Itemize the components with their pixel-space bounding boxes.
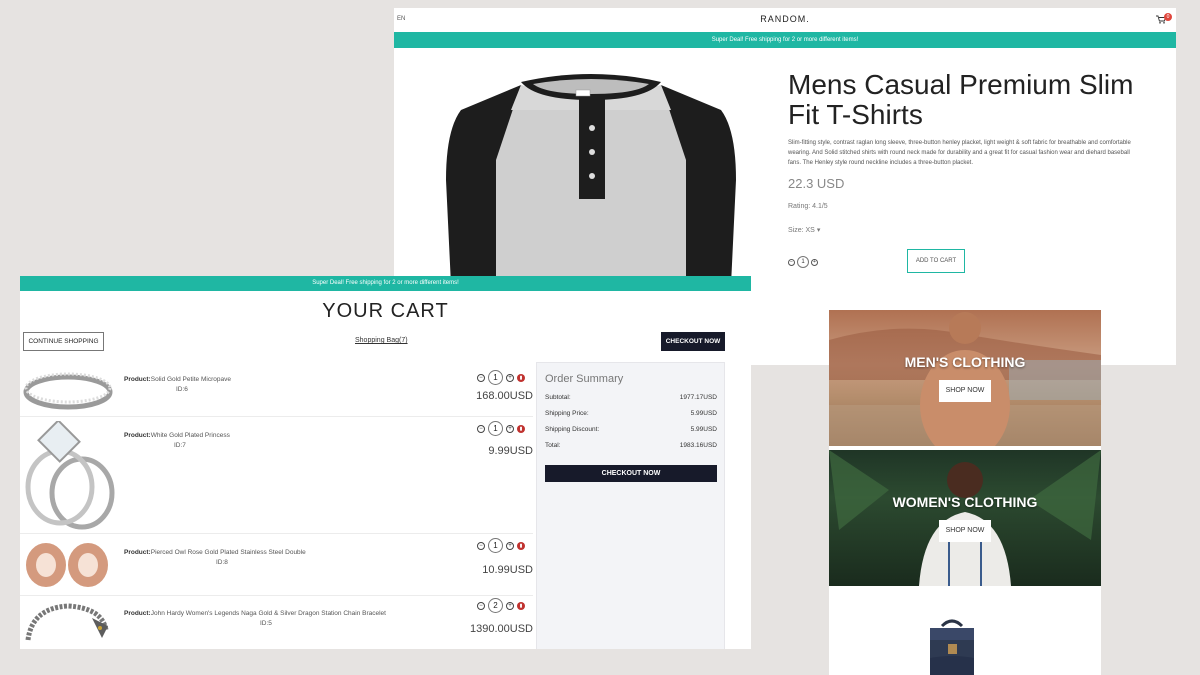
site-logo[interactable]: RANDOM. <box>394 14 1176 24</box>
add-to-cart-button[interactable]: ADD TO CART <box>907 249 965 273</box>
size-label: Size: <box>788 227 804 234</box>
product-price: 22.3 USD <box>788 176 845 191</box>
product-quantity-value: 1 <box>797 256 809 268</box>
product-name-text: White Gold Plated Princess <box>150 432 230 439</box>
trash-icon[interactable]: ▮ <box>517 601 525 610</box>
category-panel: MEN'S CLOTHING SHOP NOW WOMEN'S CLOTHING… <box>829 310 1101 675</box>
product-name[interactable]: Product:White Gold Plated Princess <box>124 432 230 439</box>
order-summary-title: Order Summary <box>545 373 624 385</box>
order-summary: Order Summary Subtotal: 1977.17USD Shipp… <box>536 362 725 649</box>
womens-clothing-image <box>829 450 1101 586</box>
minus-icon[interactable]: − <box>477 424 485 433</box>
product-label: Product: <box>124 432 151 439</box>
product-name[interactable]: Product:John Hardy Women's Legends Naga … <box>124 610 386 617</box>
shop-now-button[interactable]: SHOP NOW <box>939 380 991 402</box>
checkout-now-button[interactable]: CHECKOUT NOW <box>661 332 725 351</box>
cart-count-badge: 0 <box>1164 13 1172 21</box>
summary-row-shipping-price: Shipping Price: 5.99USD <box>545 410 717 417</box>
quantity-value: 1 <box>488 538 503 553</box>
promo-banner: Super Deal! Free shipping for 2 or more … <box>394 32 1176 48</box>
quantity-stepper: − 1 + ▮ <box>477 370 525 385</box>
plus-icon[interactable]: + <box>506 424 514 433</box>
page-title: YOUR CART <box>322 300 449 322</box>
category-mens-clothing[interactable]: MEN'S CLOTHING SHOP NOW <box>829 310 1101 446</box>
plus-icon[interactable]: + <box>506 601 514 610</box>
product-name-text: Solid Gold Petite Micropave <box>150 376 231 383</box>
chevron-down-icon[interactable]: ▾ <box>817 227 821 234</box>
minus-icon[interactable]: − <box>477 541 485 550</box>
product-navbar: EN RANDOM. 0 <box>394 8 1176 32</box>
product-image <box>441 70 741 285</box>
summary-label: Shipping Discount: <box>545 426 600 433</box>
product-thumbnail[interactable] <box>22 600 114 649</box>
quantity-value: 1 <box>488 421 503 436</box>
product-thumbnail[interactable] <box>22 419 116 536</box>
summary-label: Subtotal: <box>545 394 571 401</box>
size-value[interactable]: XS <box>806 227 815 234</box>
cart-page-window: Super Deal! Free shipping for 2 or more … <box>20 276 751 649</box>
product-id: ID:5 <box>260 620 272 627</box>
plus-icon[interactable]: + <box>506 373 514 382</box>
trash-icon[interactable]: ▮ <box>517 373 525 382</box>
summary-value: 1983.16USD <box>679 442 717 449</box>
product-thumbnail[interactable] <box>22 540 114 595</box>
product-quantity-stepper: − 1 + <box>788 256 818 268</box>
product-label: Product: <box>124 376 151 383</box>
trash-icon[interactable]: ▮ <box>517 541 525 550</box>
cart-item: Product:Solid Gold Petite Micropave ID:6… <box>20 362 533 417</box>
product-title: Mens Casual Premium Slim Fit T-Shirts <box>788 69 1134 130</box>
cart-item: Product:Pierced Owl Rose Gold Plated Sta… <box>20 534 533 596</box>
product-rating: Rating: 4.1/5 <box>788 203 828 210</box>
summary-value: 5.99USD <box>690 410 717 417</box>
item-price: 10.99USD <box>482 564 533 576</box>
quantity-stepper: − 2 + ▮ <box>477 598 525 613</box>
continue-shopping-button[interactable]: CONTINUE SHOPPING <box>23 332 104 351</box>
summary-row-shipping-discount: Shipping Discount: 5.99USD <box>545 426 717 433</box>
checkout-now-button[interactable]: CHECKOUT NOW <box>545 465 717 482</box>
summary-row-total: Total: 1983.16USD <box>545 442 717 449</box>
item-price: 1390.00USD <box>470 623 533 635</box>
quantity-stepper: − 1 + ▮ <box>477 538 525 553</box>
plus-icon[interactable]: + <box>506 541 514 550</box>
summary-value: 1977.17USD <box>679 394 717 401</box>
summary-label: Total: <box>545 442 561 449</box>
product-id: ID:8 <box>216 559 228 566</box>
trash-icon[interactable]: ▮ <box>517 424 525 433</box>
promo-banner: Super Deal! Free shipping for 2 or more … <box>20 276 751 291</box>
product-id: ID:7 <box>174 442 186 449</box>
minus-icon[interactable]: − <box>788 258 795 266</box>
summary-row-subtotal: Subtotal: 1977.17USD <box>545 394 717 401</box>
product-name[interactable]: Product:Solid Gold Petite Micropave <box>124 376 231 383</box>
item-price: 168.00USD <box>476 390 533 402</box>
product-description: Slim-fitting style, contrast raglan long… <box>788 140 1131 166</box>
quantity-stepper: − 1 + ▮ <box>477 421 525 436</box>
product-thumbnail[interactable] <box>22 368 114 417</box>
minus-icon[interactable]: − <box>477 373 485 382</box>
womens-clothing-title: WOMEN'S CLOTHING <box>892 494 1038 510</box>
mens-clothing-title: MEN'S CLOTHING <box>904 354 1026 370</box>
plus-icon[interactable]: + <box>811 258 818 266</box>
mens-clothing-image <box>829 312 1101 446</box>
minus-icon[interactable]: − <box>477 601 485 610</box>
product-label: Product: <box>124 549 151 556</box>
category-womens-clothing[interactable]: WOMEN'S CLOTHING SHOP NOW <box>829 450 1101 586</box>
quantity-value: 2 <box>488 598 503 613</box>
summary-label: Shipping Price: <box>545 410 589 417</box>
shopping-bag-link[interactable]: Shopping Bag(7) <box>355 337 408 344</box>
product-label: Product: <box>124 610 151 617</box>
shop-now-button[interactable]: SHOP NOW <box>939 520 991 542</box>
product-name-text: Pierced Owl Rose Gold Plated Stainless S… <box>150 549 306 556</box>
product-name[interactable]: Product:Pierced Owl Rose Gold Plated Sta… <box>124 549 306 556</box>
product-name-text: John Hardy Women's Legends Naga Gold & S… <box>150 610 386 617</box>
product-id: ID:6 <box>176 386 188 393</box>
item-price: 9.99USD <box>488 445 533 457</box>
summary-value: 5.99USD <box>690 426 717 433</box>
quantity-value: 1 <box>488 370 503 385</box>
size-selector[interactable]: Size: XS ▾ <box>788 226 820 234</box>
cart-item: Product:John Hardy Women's Legends Naga … <box>20 596 533 649</box>
cart-item: Product:White Gold Plated Princess ID:7 … <box>20 417 533 534</box>
backpack-image <box>924 618 980 675</box>
